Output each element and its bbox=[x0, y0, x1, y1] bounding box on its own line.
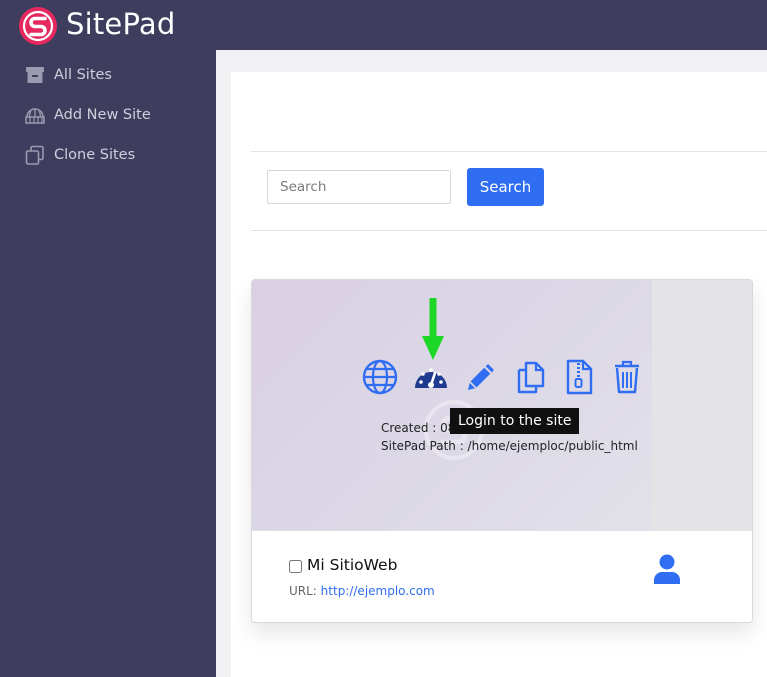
sitepad-logo[interactable] bbox=[18, 6, 58, 46]
green-arrow-icon bbox=[422, 298, 444, 360]
login-tooltip: Login to the site bbox=[450, 408, 580, 434]
site-preview: Created : 08 SitePad Path : /home/ejempl… bbox=[252, 280, 652, 530]
site-url-row: URL: http://ejemplo.com bbox=[289, 584, 435, 598]
zip-file-icon bbox=[566, 359, 593, 395]
sitepad-path-text: SitePad Path : /home/ejemploc/public_htm… bbox=[381, 439, 638, 453]
dashboard-gauge-icon bbox=[415, 368, 447, 388]
sidebar-item-label: Add New Site bbox=[54, 107, 151, 123]
site-name: Mi SitioWeb bbox=[307, 556, 398, 574]
pencil-icon bbox=[468, 364, 494, 390]
sidebar: All Sites Add New Site Clone Sites bbox=[0, 50, 216, 677]
copy-icon bbox=[517, 361, 545, 394]
backup-button[interactable] bbox=[560, 358, 598, 396]
divider bbox=[251, 151, 767, 152]
url-label: URL: bbox=[289, 584, 321, 598]
trash-icon bbox=[615, 360, 639, 394]
clone-icon bbox=[25, 145, 44, 165]
sidebar-item-add-new-site[interactable]: Add New Site bbox=[24, 103, 151, 127]
sidebar-item-label: Clone Sites bbox=[54, 147, 136, 163]
created-text: Created : 08 bbox=[381, 421, 456, 435]
search-input[interactable] bbox=[267, 170, 451, 204]
globe-grid-icon bbox=[25, 108, 45, 124]
search-button[interactable]: Search bbox=[467, 168, 544, 206]
brand-name[interactable]: SitePad bbox=[66, 7, 175, 41]
delete-button[interactable] bbox=[608, 358, 646, 396]
globe-icon bbox=[362, 359, 398, 395]
site-url-link[interactable]: http://ejemplo.com bbox=[321, 584, 435, 598]
preview-side-panel bbox=[652, 280, 752, 530]
main-panel: Search Search Created: 08 SitePad Path … bbox=[231, 72, 767, 677]
site-select-checkbox[interactable] bbox=[289, 560, 302, 573]
top-bar: SitePad bbox=[0, 0, 767, 50]
edit-button[interactable] bbox=[462, 358, 500, 396]
archive-icon bbox=[26, 67, 44, 83]
sidebar-item-label: All Sites bbox=[54, 67, 112, 83]
view-site-button[interactable] bbox=[361, 358, 399, 396]
site-card: Created : 08 SitePad Path : /home/ejempl… bbox=[251, 279, 753, 623]
sidebar-item-all-sites[interactable]: All Sites bbox=[24, 63, 112, 87]
user-icon[interactable] bbox=[652, 553, 682, 585]
site-card-footer: Mi SitioWeb URL: http://ejemplo.com bbox=[252, 530, 752, 622]
sidebar-item-clone-sites[interactable]: Clone Sites bbox=[24, 143, 135, 167]
divider bbox=[251, 230, 767, 231]
login-button[interactable] bbox=[412, 358, 450, 396]
clone-button[interactable] bbox=[512, 358, 550, 396]
